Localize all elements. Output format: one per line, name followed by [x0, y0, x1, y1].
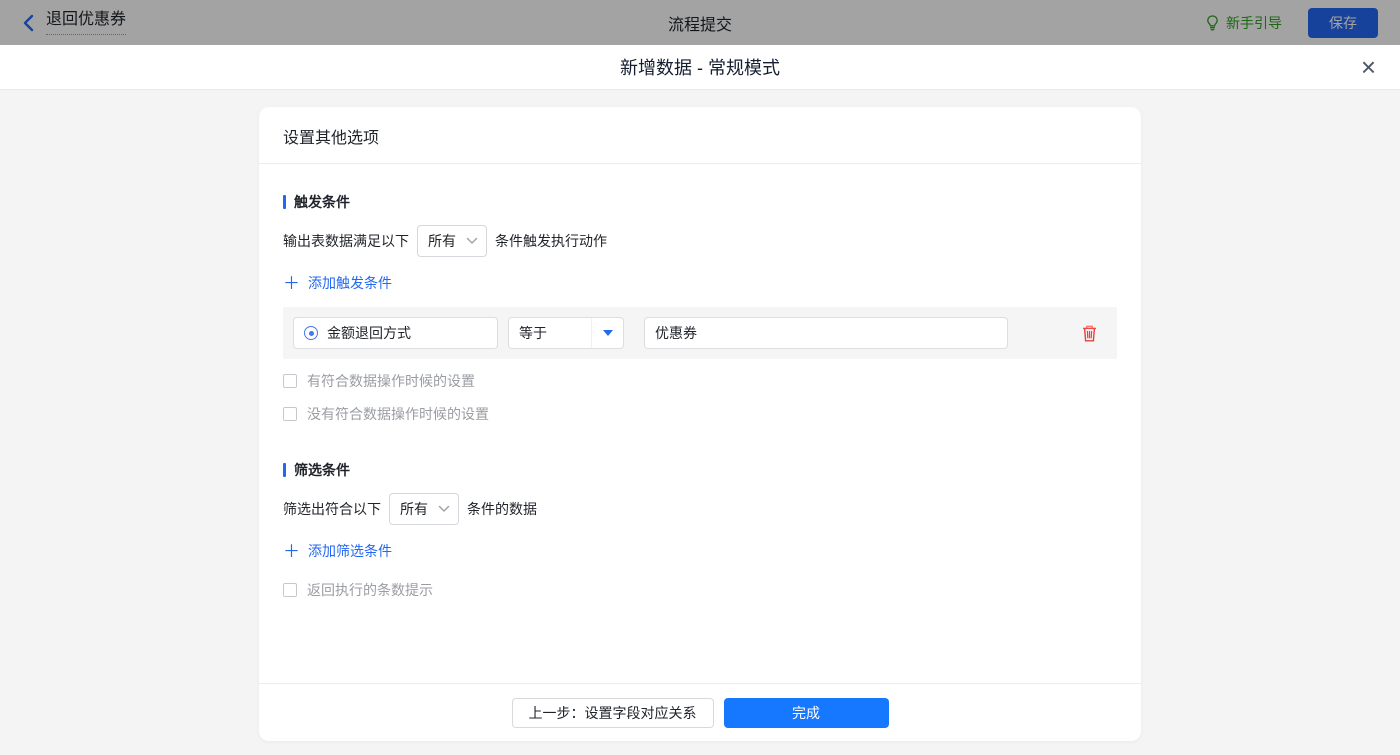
close-icon[interactable]: × — [1361, 54, 1376, 80]
card-content: 触发条件 输出表数据满足以下 所有 条件触发执行动作 ＋ 添加触发条件 — [259, 164, 1141, 683]
trash-icon — [1082, 325, 1097, 342]
card-footer: 上一步：设置字段对应关系 完成 — [259, 683, 1141, 741]
previous-step-button[interactable]: 上一步：设置字段对应关系 — [512, 698, 714, 728]
filter-mode-row: 筛选出符合以下 所有 条件的数据 — [283, 493, 1117, 525]
no-match-checkbox-row[interactable]: 没有符合数据操作时候的设置 — [283, 404, 1117, 424]
filter-sentence-suffix: 条件的数据 — [467, 499, 537, 519]
condition-field-value: 金额退回方式 — [327, 323, 411, 343]
has-match-checkbox-row[interactable]: 有符合数据操作时候的设置 — [283, 371, 1117, 391]
checkbox-unchecked-icon — [283, 407, 297, 421]
back-button[interactable]: 退回优惠券 — [22, 10, 126, 35]
condition-value-input[interactable] — [644, 317, 1008, 349]
options-card: 设置其他选项 触发条件 输出表数据满足以下 所有 条件触发执行动作 ＋ 添 — [259, 107, 1141, 741]
beginner-guide-label: 新手引导 — [1226, 13, 1282, 33]
add-trigger-condition-link[interactable]: ＋ 添加触发条件 — [283, 273, 392, 293]
modal-header: 新增数据 - 常规模式 × — [0, 45, 1400, 90]
caret-down-icon — [591, 318, 623, 348]
filter-section-title: 筛选条件 — [283, 460, 1117, 480]
trigger-mode-select[interactable]: 所有 — [417, 225, 487, 257]
add-trigger-condition-label: 添加触发条件 — [308, 273, 392, 293]
topbar: 退回优惠券 流程提交 新手引导 保存 — [0, 0, 1400, 45]
topbar-page-title: 流程提交 — [668, 11, 732, 35]
trigger-sentence-suffix: 条件触发执行动作 — [495, 231, 607, 251]
no-match-label: 没有符合数据操作时候的设置 — [307, 404, 489, 424]
section-accent-bar — [283, 195, 286, 209]
condition-operator-select[interactable]: 等于 — [508, 317, 624, 349]
trigger-mode-value: 所有 — [428, 231, 456, 251]
filter-mode-value: 所有 — [400, 499, 428, 519]
chevron-down-icon — [466, 237, 478, 245]
chevron-down-icon — [438, 505, 450, 513]
flow-name-label: 退回优惠券 — [46, 10, 126, 35]
modal-body: 设置其他选项 触发条件 输出表数据满足以下 所有 条件触发执行动作 ＋ 添 — [0, 107, 1400, 755]
filter-sentence-prefix: 筛选出符合以下 — [283, 499, 381, 519]
count-tip-checkbox-row[interactable]: 返回执行的条数提示 — [283, 580, 1117, 600]
trigger-condition-row: 金额退回方式 等于 — [283, 307, 1117, 359]
filter-mode-select[interactable]: 所有 — [389, 493, 459, 525]
add-filter-condition-link[interactable]: ＋ 添加筛选条件 — [283, 541, 392, 561]
lightbulb-icon — [1205, 15, 1220, 31]
count-tip-label: 返回执行的条数提示 — [307, 580, 433, 600]
checkbox-unchecked-icon — [283, 583, 297, 597]
condition-field-select[interactable]: 金额退回方式 — [293, 317, 498, 349]
done-button[interactable]: 完成 — [724, 698, 889, 728]
beginner-guide-button[interactable]: 新手引导 — [1205, 13, 1282, 33]
card-title: 设置其他选项 — [259, 107, 1141, 164]
delete-condition-button[interactable] — [1082, 325, 1097, 342]
modal-title: 新增数据 - 常规模式 — [620, 54, 780, 80]
section-accent-bar — [283, 463, 286, 477]
trigger-section-label: 触发条件 — [294, 192, 350, 212]
trigger-section-title: 触发条件 — [283, 192, 1117, 212]
plus-icon: ＋ — [283, 543, 300, 560]
save-button[interactable]: 保存 — [1308, 8, 1378, 38]
filter-section-label: 筛选条件 — [294, 460, 350, 480]
condition-operator-value: 等于 — [509, 323, 591, 343]
checkbox-unchecked-icon — [283, 374, 297, 388]
has-match-label: 有符合数据操作时候的设置 — [307, 371, 475, 391]
trigger-mode-row: 输出表数据满足以下 所有 条件触发执行动作 — [283, 225, 1117, 257]
plus-icon: ＋ — [283, 275, 300, 292]
add-filter-condition-label: 添加筛选条件 — [308, 541, 392, 561]
chevron-left-icon — [22, 14, 34, 32]
radio-field-icon — [304, 326, 318, 340]
trigger-sentence-prefix: 输出表数据满足以下 — [283, 231, 409, 251]
